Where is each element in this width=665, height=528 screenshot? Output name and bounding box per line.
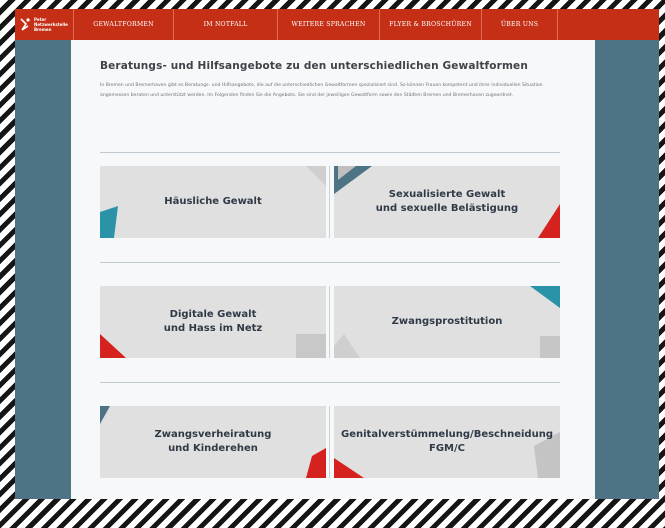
tile-label: Sexualisierte Gewalt und sexuelle Beläst… [375,189,519,214]
section-divider [100,382,560,383]
logo-line-3: Bremen [34,27,52,32]
nav-item-gewaltformen[interactable]: Gewaltformen [73,9,173,40]
intro-text: In Bremen und Bremerhaven gibt es Beratu… [100,83,543,98]
tile-label: Genitalverstümmelung/Beschneidung FGM/C [341,429,553,454]
tile-sexualisierte-gewalt[interactable]: Sexualisierte Gewalt und sexuelle Beläst… [334,166,560,238]
tile-digitale-gewalt[interactable]: Digitale Gewalt und Hass im Netz [100,286,326,358]
logo-icon [20,17,30,31]
nav-item-im-notfall[interactable]: Im Notfall [173,9,277,40]
site-logo[interactable]: Peter Netzwerkstelle Bremen [15,9,73,40]
nav-filler [557,9,659,40]
nav-item-flyer-broschueren[interactable]: Flyer & Broschüren [379,9,481,40]
tile-zwangsprostitution[interactable]: Zwangsprostitution [334,286,560,358]
tile-label: Zwangsverheiratung und Kinderehen [154,429,272,454]
section-divider [100,262,560,263]
tile-label: Häusliche Gewalt [164,196,262,207]
tile-separator [329,406,330,478]
nav-item-weitere-sprachen[interactable]: Weitere Sprachen [277,9,379,40]
tile-label: Digitale Gewalt und Hass im Netz [163,309,263,334]
tile-haeusliche-gewalt[interactable]: Häusliche Gewalt [100,166,326,238]
logo-text: Peter Netzwerkstelle Bremen [34,17,68,32]
tile-zwangsverheiratung[interactable]: Zwangsverheiratung und Kinderehen [100,406,326,478]
page-title: Beratungs- und Hilfsangebote zu den unte… [100,60,528,72]
tile-separator [329,166,330,238]
tile-separator [329,286,330,358]
browser-screen: Peter Netzwerkstelle Bremen Gewaltformen… [15,9,659,499]
section-divider [100,152,560,153]
tile-label: Zwangsprostitution [391,316,503,327]
nav-item-ueber-uns[interactable]: Über uns [481,9,557,40]
tile-genitalverstuemmelung[interactable]: Genitalverstümmelung/Beschneidung FGM/C [334,406,560,478]
main-navigation: Peter Netzwerkstelle Bremen Gewaltformen… [15,9,659,40]
main-content: Beratungs- und Hilfsangebote zu den unte… [71,40,595,499]
